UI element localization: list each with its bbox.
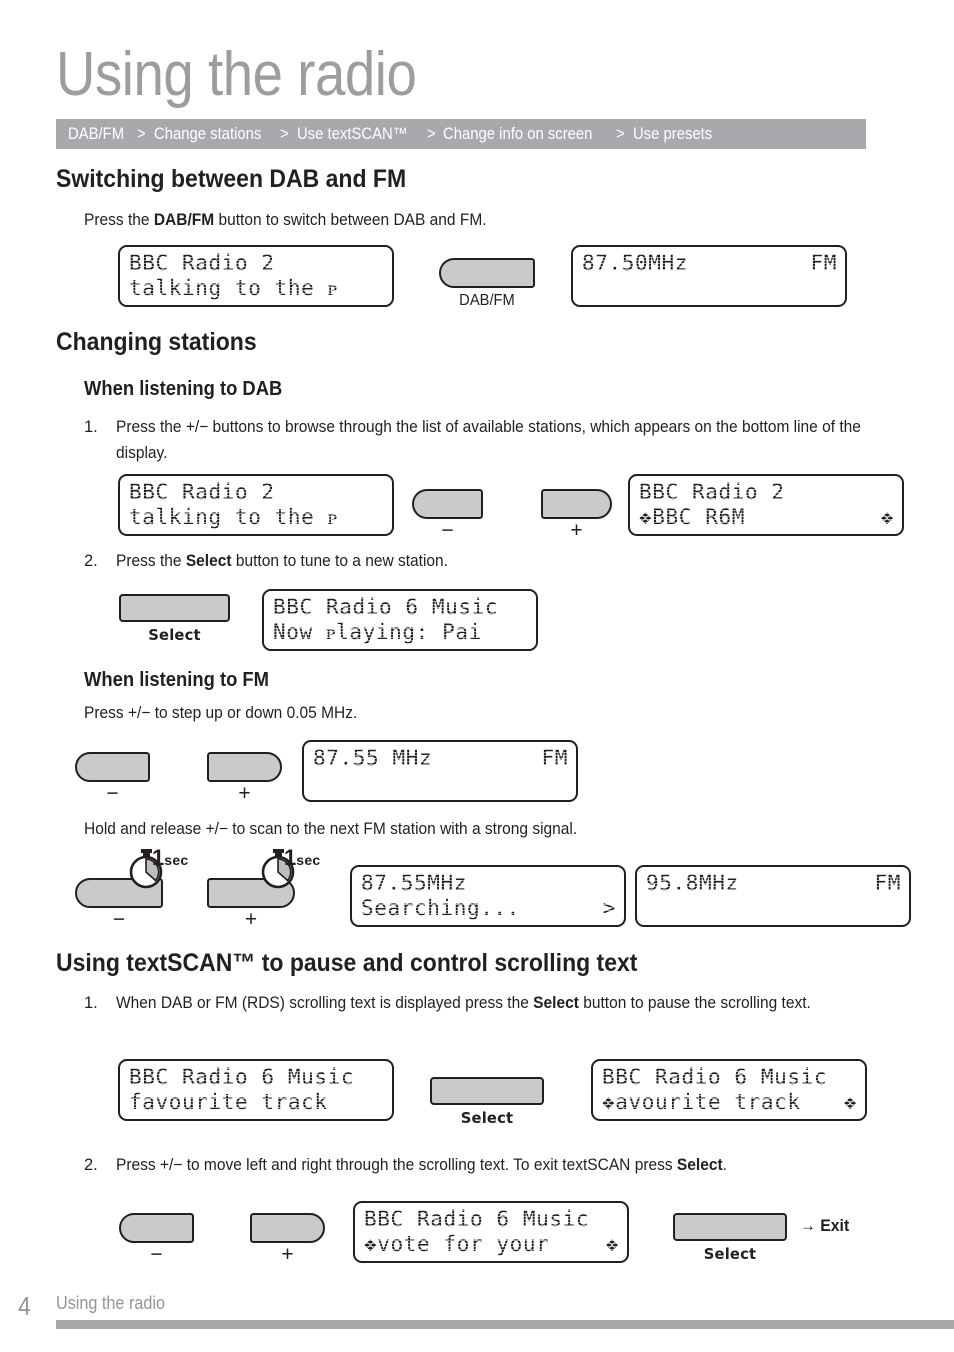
lcd-display-textscan-moved: BBC Radio 6 Music ❖vote for your ❖ bbox=[353, 1201, 629, 1263]
breadcrumb-item-dab-fm[interactable]: DAB/FM bbox=[68, 125, 124, 143]
hold-duration-number: 1 bbox=[284, 845, 297, 870]
minus-button-label: − bbox=[112, 908, 126, 931]
dab-step-1-text: Press the +/− buttons to browse through … bbox=[116, 418, 861, 462]
select-button-label: Select bbox=[460, 1109, 514, 1127]
select-button-label: Select bbox=[148, 626, 201, 644]
footer-page-number: 4 bbox=[18, 1291, 31, 1321]
lcd-line-2: talking to the ᴘ bbox=[129, 505, 338, 529]
lcd-line-1: 87.55 MHz FM bbox=[313, 746, 568, 770]
minus-button-label: − bbox=[150, 1243, 163, 1266]
subheading-when-listening-dab: When listening to DAB bbox=[84, 378, 283, 400]
lcd-line-2-empty bbox=[582, 276, 837, 301]
breadcrumb-item-change-stations[interactable]: Change stations bbox=[154, 125, 261, 143]
minus-button[interactable] bbox=[412, 489, 483, 519]
lcd-line-2: Searching... > bbox=[361, 896, 616, 920]
lcd-line-1: BBC Radio 6 Music bbox=[364, 1207, 590, 1231]
lcd-display-dab-now-playing: BBC Radio 2 talking to the ᴘ bbox=[118, 245, 394, 307]
dab-fm-button-label: DAB/FM bbox=[459, 292, 515, 309]
lcd-display-fm-frequency: 87.50MHz FM bbox=[571, 245, 847, 307]
plus-button-label: + bbox=[244, 908, 258, 931]
breadcrumb-separator: > bbox=[137, 125, 147, 143]
lcd-line-1: 87.55MHz bbox=[361, 871, 467, 895]
lcd-line-2: talking to the ᴘ bbox=[129, 276, 338, 300]
lcd-line-1: 95.8MHz FM bbox=[646, 871, 901, 895]
minus-button[interactable] bbox=[75, 752, 150, 782]
lcd-line-1: BBC Radio 6 Music bbox=[129, 1065, 355, 1089]
breadcrumb-separator: > bbox=[616, 125, 626, 143]
lcd-line-1: BBC Radio 6 Music bbox=[602, 1065, 828, 1089]
lcd-line-2: ❖vote for your ❖ bbox=[364, 1232, 619, 1256]
lcd-display-dab-tuned: BBC Radio 6 Music Now ᴘlaying: Pai bbox=[262, 589, 538, 651]
lcd-line-2: ❖BBC R6M ❖ bbox=[639, 505, 894, 529]
lcd-line-2-empty bbox=[313, 771, 568, 796]
minus-button[interactable] bbox=[119, 1213, 194, 1243]
select-button[interactable] bbox=[673, 1213, 787, 1241]
hold-duration-plus: 1sec bbox=[284, 845, 321, 871]
exit-note: → Exit bbox=[800, 1216, 849, 1236]
lcd-display-textscan-paused: BBC Radio 6 Music ❖avourite track ❖ bbox=[591, 1059, 867, 1121]
lcd-line-1: BBC Radio 2 bbox=[639, 480, 785, 504]
footer-rule bbox=[56, 1320, 954, 1329]
heading-switching-dab-fm: Switching between DAB and FM bbox=[56, 165, 407, 193]
fm-hold-release-text: Hold and release +/− to scan to the next… bbox=[84, 820, 578, 838]
plus-button[interactable] bbox=[207, 752, 282, 782]
plus-button-label: + bbox=[238, 782, 251, 805]
arrow-right-icon: → bbox=[800, 1216, 816, 1235]
select-button-label: Select bbox=[703, 1245, 757, 1263]
breadcrumb-item-use-textscan[interactable]: Use textSCAN™ bbox=[297, 125, 408, 143]
breadcrumb-separator: > bbox=[280, 125, 289, 143]
lcd-line-2: ❖avourite track ❖ bbox=[602, 1090, 857, 1114]
lcd-line-1: BBC Radio 2 bbox=[129, 251, 275, 275]
lcd-line-2: Now ᴘlaying: Pai bbox=[273, 620, 482, 644]
lcd-display-dab-browsing: BBC Radio 2 ❖BBC R6M ❖ bbox=[628, 474, 904, 536]
heading-using-textscan: Using textSCAN™ to pause and control scr… bbox=[56, 949, 638, 977]
lcd-display-textscan-scrolling: BBC Radio 6 Music favourite track bbox=[118, 1059, 394, 1121]
step-number-2: 2. bbox=[84, 552, 98, 570]
lcd-display-dab-before-browse: BBC Radio 2 talking to the ᴘ bbox=[118, 474, 394, 536]
plus-button-label: + bbox=[281, 1243, 294, 1266]
hold-duration-unit: sec bbox=[164, 852, 189, 868]
plus-button[interactable] bbox=[541, 489, 612, 519]
lcd-line-2: favourite track bbox=[129, 1090, 328, 1114]
heading-changing-stations: Changing stations bbox=[56, 328, 257, 356]
breadcrumb-separator: > bbox=[426, 125, 436, 143]
plus-button[interactable] bbox=[250, 1213, 325, 1243]
dab-fm-button[interactable] bbox=[439, 258, 535, 288]
select-button[interactable] bbox=[430, 1077, 544, 1105]
textscan-step-2-text: Press +/− to move left and right through… bbox=[116, 1156, 727, 1174]
textscan-step-1-text: When DAB or FM (RDS) scrolling text is d… bbox=[116, 994, 811, 1012]
lcd-display-fm-found: 95.8MHz FM bbox=[635, 865, 911, 927]
footer-section-label: Using the radio bbox=[56, 1293, 165, 1313]
lcd-line-1: BBC Radio 6 Music bbox=[273, 595, 499, 619]
hold-duration-minus: 1sec bbox=[152, 845, 189, 871]
page-title: Using the radio bbox=[56, 40, 417, 109]
lcd-display-fm-searching: 87.55MHz Searching... > bbox=[350, 865, 626, 927]
exit-label: Exit bbox=[820, 1216, 850, 1235]
breadcrumb-item-change-info[interactable]: Change info on screen bbox=[443, 125, 592, 143]
minus-button-label: − bbox=[441, 519, 454, 542]
breadcrumb-item-use-presets[interactable]: Use presets bbox=[633, 125, 712, 143]
step-number-2: 2. bbox=[84, 1156, 98, 1174]
lcd-line-1: 87.50MHz FM bbox=[582, 251, 837, 275]
step-number-1: 1. bbox=[84, 418, 98, 436]
minus-button-label: − bbox=[106, 782, 119, 805]
hold-duration-unit: sec bbox=[296, 852, 321, 868]
plus-button-label: + bbox=[570, 519, 583, 542]
fm-step-text: Press +/− to step up or down 0.05 MHz. bbox=[84, 704, 358, 722]
dab-step-2-text: Press the Select button to tune to a new… bbox=[116, 552, 448, 570]
lcd-line-1: BBC Radio 2 bbox=[129, 480, 275, 504]
select-button[interactable] bbox=[119, 594, 230, 622]
switching-intro-text: Press the DAB/FM button to switch betwee… bbox=[84, 211, 487, 229]
step-number-1: 1. bbox=[84, 994, 98, 1012]
lcd-display-fm-stepped: 87.55 MHz FM bbox=[302, 740, 578, 802]
breadcrumb: DAB/FM > Change stations > Use textSCAN™… bbox=[56, 119, 866, 149]
lcd-line-2-empty bbox=[646, 896, 901, 921]
subheading-when-listening-fm: When listening to FM bbox=[84, 669, 270, 691]
hold-duration-number: 1 bbox=[152, 845, 165, 870]
